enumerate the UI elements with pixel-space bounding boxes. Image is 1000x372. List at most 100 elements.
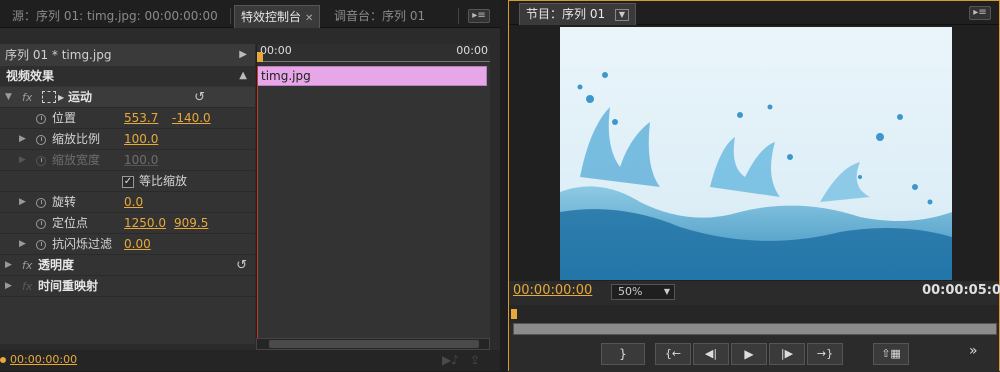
scale-label: 缩放比例 bbox=[52, 132, 101, 146]
video-effects-header: 视频效果 ▲ bbox=[0, 66, 255, 86]
effect-timeline-area: timg.jpg bbox=[256, 66, 490, 338]
expand-icon[interactable]: ▼ bbox=[5, 87, 12, 108]
tab-effect-controls[interactable]: 特效控制台 ✕ bbox=[234, 5, 321, 28]
show-timeline-icon[interactable]: ▶ bbox=[239, 44, 247, 66]
fx-icon[interactable]: fx bbox=[22, 87, 32, 108]
effect-timeline-ruler[interactable]: 00:00 00:00 bbox=[256, 44, 490, 66]
stopwatch-icon[interactable] bbox=[36, 240, 46, 250]
stopwatch-icon[interactable] bbox=[36, 135, 46, 145]
tab-effect-controls-label: 特效控制台 bbox=[241, 10, 302, 24]
monitor-playhead[interactable] bbox=[511, 309, 517, 319]
playback-audio-icon[interactable]: ▶♪ bbox=[442, 353, 459, 367]
scrollbar-thumb[interactable] bbox=[269, 340, 479, 348]
go-to-out-button[interactable]: →} bbox=[807, 343, 843, 365]
panel-menu-button[interactable]: ▸≡ bbox=[969, 6, 991, 20]
antiflicker-label: 抗闪烁过滤 bbox=[52, 237, 113, 251]
video-frame bbox=[560, 27, 952, 280]
go-to-in-button[interactable]: {← bbox=[655, 343, 691, 365]
playhead-marker[interactable] bbox=[257, 52, 263, 62]
expand-icon[interactable]: ▶ bbox=[5, 255, 12, 276]
ruler-ticks bbox=[257, 58, 490, 62]
effect-row-opacity[interactable]: ▶ fx 透明度 ↺ bbox=[0, 255, 255, 276]
chevron-down-icon[interactable]: ▼ bbox=[614, 8, 629, 21]
transport-controls: } {← ◀| ▶ |▶ →} ⇧▦ » bbox=[509, 339, 999, 372]
step-forward-button[interactable]: |▶ bbox=[769, 343, 805, 365]
property-position: 位置 553.7 -140.0 bbox=[0, 108, 255, 129]
expand-icon: ▶ bbox=[19, 155, 26, 165]
time-remap-label: 时间重映射 bbox=[38, 279, 99, 293]
motion-arrow-icon: ▶ bbox=[58, 93, 65, 102]
sequence-header: 序列 01 * timg.jpg ▶ bbox=[0, 44, 255, 66]
property-scale-width: ▶ 缩放宽度 100.0 bbox=[0, 150, 255, 171]
property-uniform-scale: ✓ 等比缩放 bbox=[0, 171, 255, 192]
stopwatch-icon[interactable] bbox=[36, 219, 46, 229]
rotation-label: 旋转 bbox=[52, 195, 77, 209]
property-rotation: ▶ 旋转 0.0 bbox=[0, 192, 255, 213]
collapse-icon[interactable]: ▲ bbox=[239, 66, 247, 86]
footer-timecode[interactable]: 00:00:00:00 bbox=[10, 353, 77, 366]
fx-icon[interactable]: fx bbox=[22, 255, 32, 276]
panel-menu-button[interactable]: ▸≡ bbox=[468, 9, 490, 23]
effect-controls-panel: 源：序列 01: timg.jpg: 00:00:00:00 特效控制台 ✕ 调音… bbox=[0, 0, 500, 371]
play-button[interactable]: ▶ bbox=[731, 343, 767, 365]
motion-label: 运动 bbox=[68, 90, 93, 104]
effect-controls-footer: 00:00:00:00 ▶♪ ⇪ bbox=[0, 350, 500, 371]
antiflicker-value[interactable]: 0.00 bbox=[124, 234, 151, 255]
video-effects-title: 视频效果 bbox=[6, 69, 55, 83]
effect-row-motion[interactable]: ▼ fx ▶ 运动 ↺ bbox=[0, 87, 255, 108]
monitor-zoom-bar[interactable] bbox=[513, 323, 997, 335]
anchor-y-value[interactable]: 909.5 bbox=[174, 213, 208, 234]
tab-source[interactable]: 源：序列 01: timg.jpg: 00:00:00:00 bbox=[6, 5, 224, 28]
reset-icon[interactable]: ↺ bbox=[236, 255, 247, 276]
scale-width-value: 100.0 bbox=[124, 153, 159, 167]
expand-icon[interactable]: ▶ bbox=[19, 234, 26, 255]
scale-width-label: 缩放宽度 bbox=[52, 153, 101, 167]
scale-value[interactable]: 100.0 bbox=[124, 129, 158, 150]
zoom-value: 50% bbox=[618, 285, 643, 298]
reset-icon[interactable]: ↺ bbox=[194, 87, 205, 108]
zoom-select[interactable]: 50% ▼ bbox=[611, 284, 675, 300]
footer-playhead-icon bbox=[0, 357, 6, 363]
ruler-start-time: 00:00 bbox=[260, 44, 292, 57]
playhead-line bbox=[257, 66, 258, 338]
step-back-button[interactable]: ◀| bbox=[693, 343, 729, 365]
anchor-x-value[interactable]: 1250.0 bbox=[124, 213, 166, 234]
more-controls-icon[interactable]: » bbox=[969, 343, 978, 359]
chevron-down-icon: ▼ bbox=[663, 287, 670, 296]
stopwatch-icon[interactable] bbox=[36, 114, 46, 124]
position-x-value[interactable]: 553.7 bbox=[124, 108, 158, 129]
rotation-value[interactable]: 0.0 bbox=[124, 192, 143, 213]
program-monitor-panel: 节目：序列 01 ▼ ▸≡ 00:00:00:00 50% ▼ 00:00:05… bbox=[508, 0, 1000, 372]
position-label: 位置 bbox=[52, 111, 77, 125]
uniform-scale-label: 等比缩放 bbox=[139, 174, 188, 188]
monitor-ruler[interactable] bbox=[509, 305, 999, 323]
tab-program-monitor-label: 节目：序列 01 bbox=[526, 7, 606, 21]
tab-separator bbox=[230, 8, 231, 24]
motion-transform-icon[interactable] bbox=[42, 91, 56, 103]
row-divider bbox=[0, 296, 255, 297]
expand-icon[interactable]: ▶ bbox=[19, 129, 26, 150]
tab-audio-mixer[interactable]: 调音台：序列 01 bbox=[328, 5, 431, 28]
expand-icon[interactable]: ▶ bbox=[5, 276, 12, 297]
mark-out-button[interactable]: } bbox=[601, 343, 645, 365]
current-timecode[interactable]: 00:00:00:00 bbox=[513, 283, 592, 298]
timeline-scrollbar[interactable] bbox=[256, 338, 490, 350]
monitor-viewport[interactable] bbox=[509, 25, 999, 281]
export-icon[interactable]: ⇪ bbox=[470, 353, 480, 367]
clip-bar[interactable]: timg.jpg bbox=[257, 66, 487, 86]
property-antiflicker: ▶ 抗闪烁过滤 0.00 bbox=[0, 234, 255, 255]
position-y-value[interactable]: -140.0 bbox=[172, 108, 211, 129]
effect-row-time-remapping[interactable]: ▶ fx 时间重映射 bbox=[0, 276, 255, 297]
fx-icon: fx bbox=[22, 280, 33, 293]
lift-button[interactable]: ⇧▦ bbox=[873, 343, 909, 365]
stopwatch-icon[interactable] bbox=[36, 198, 46, 208]
close-icon[interactable]: ✕ bbox=[305, 13, 313, 24]
right-tab-bar: 节目：序列 01 ▼ ▸≡ bbox=[509, 1, 999, 25]
end-timecode: 00:00:05:0 bbox=[922, 283, 1000, 298]
ruler-end-time: 00:00 bbox=[456, 44, 488, 57]
expand-icon[interactable]: ▶ bbox=[19, 192, 26, 213]
stopwatch-icon bbox=[36, 156, 46, 166]
uniform-scale-checkbox[interactable]: ✓ bbox=[122, 176, 134, 188]
tab-program-monitor[interactable]: 节目：序列 01 ▼ bbox=[519, 3, 636, 25]
property-anchor-point: 定位点 1250.0 909.5 bbox=[0, 213, 255, 234]
